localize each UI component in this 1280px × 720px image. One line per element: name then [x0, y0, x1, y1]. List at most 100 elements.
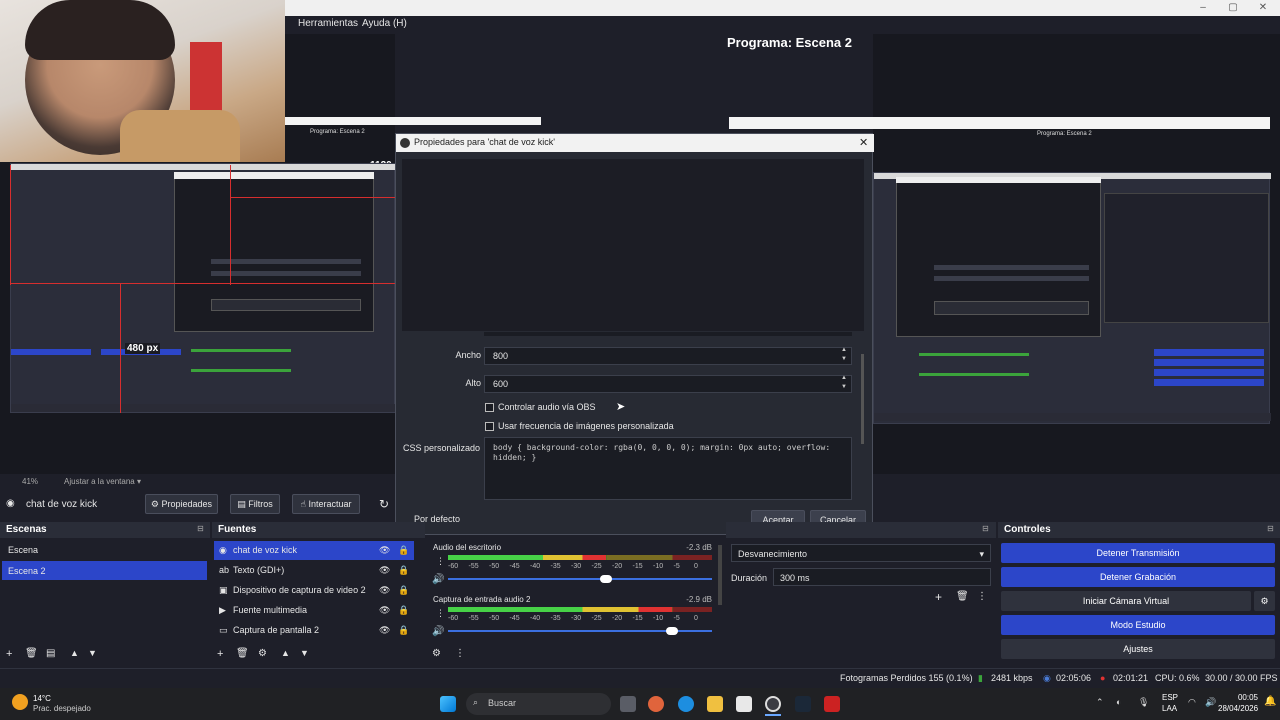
add-source-icon[interactable]: +: [217, 648, 223, 660]
task-view-icon[interactable]: [620, 696, 636, 712]
source-up-icon[interactable]: ▲: [281, 648, 290, 658]
meter-tick-label: -20: [612, 615, 623, 622]
mixer-channel-menu-icon[interactable]: ⋮: [436, 608, 445, 619]
menu-tools[interactable]: Herramientas: [298, 18, 358, 29]
file-explorer-icon[interactable]: [707, 696, 723, 712]
mixer-settings-icon[interactable]: ⚙: [432, 648, 441, 659]
duration-input[interactable]: 300 ms: [773, 568, 991, 586]
visibility-eye-icon[interactable]: 👁: [379, 605, 390, 616]
visibility-eye-icon[interactable]: 👁: [379, 545, 390, 556]
virtual-camera-gear-icon[interactable]: ⚙: [1254, 591, 1275, 611]
mixer-menu-icon[interactable]: ⋮: [455, 648, 465, 659]
store-icon[interactable]: [736, 696, 752, 712]
source-item-label[interactable]: Texto (GDI+): [233, 565, 284, 575]
zoom-level[interactable]: 41%: [22, 477, 38, 486]
source-down-icon[interactable]: ▼: [300, 648, 309, 658]
minimize-icon[interactable]: –: [1196, 2, 1210, 14]
red-app-icon[interactable]: [824, 696, 840, 712]
mixer-scrollbar[interactable]: [718, 545, 722, 605]
obs-taskbar-icon[interactable]: [765, 696, 781, 712]
scene-filters-icon[interactable]: ▤: [46, 648, 55, 659]
source-item-label[interactable]: Captura de pantalla 2: [233, 625, 319, 635]
language-code[interactable]: ESP: [1162, 693, 1178, 702]
refresh-icon[interactable]: ↻: [379, 497, 389, 511]
height-input[interactable]: 600: [484, 375, 852, 393]
transitions-dock-menu-icon[interactable]: ⊟: [982, 524, 989, 533]
network-app-icon[interactable]: ◐: [1116, 697, 1121, 707]
wifi-icon[interactable]: ◠: [1188, 697, 1196, 708]
width-spin-up-icon[interactable]: ▲: [841, 347, 847, 353]
mixer-channel-menu-icon[interactable]: ⋮: [436, 556, 445, 567]
add-transition-icon[interactable]: +: [935, 590, 942, 604]
close-icon[interactable]: ✕: [859, 136, 868, 149]
stop-stream-button[interactable]: Detener Transmisión: [1001, 543, 1275, 563]
scenes-dock-menu-icon[interactable]: ⊟: [197, 524, 204, 533]
visibility-eye-icon[interactable]: 👁: [379, 565, 390, 576]
properties-button[interactable]: ⚙ Propiedades: [145, 494, 218, 514]
weather-icon[interactable]: [12, 694, 28, 710]
properties-dialog: Propiedades para 'chat de voz kick' ✕ An…: [395, 133, 874, 535]
source-item-label[interactable]: chat de voz kick: [233, 545, 297, 555]
meter-tick-label: -20: [612, 563, 623, 570]
delete-scene-icon[interactable]: 🗑: [25, 648, 38, 659]
clock-time[interactable]: 00:05: [1222, 693, 1258, 702]
add-scene-icon[interactable]: +: [6, 648, 12, 660]
taskbar-search[interactable]: ⌕ Buscar: [466, 693, 611, 715]
transition-select[interactable]: Desvanecimiento ▾: [731, 544, 991, 562]
volume-slider-track[interactable]: [448, 578, 712, 580]
lock-icon[interactable]: 🔒: [398, 585, 409, 596]
source-item-label[interactable]: Fuente multimedia: [233, 605, 307, 615]
start-virtual-camera-button[interactable]: Iniciar Cámara Virtual: [1001, 591, 1251, 611]
lock-icon[interactable]: 🔒: [398, 545, 409, 556]
volume-slider-handle[interactable]: [600, 575, 613, 583]
source-item-label[interactable]: Dispositivo de captura de video 2: [233, 585, 366, 595]
scene-item-escena[interactable]: Escena: [0, 541, 207, 559]
pointer-icon: ☝: [300, 499, 306, 509]
close-window-icon[interactable]: ✕: [1256, 2, 1270, 14]
volume-slider-handle[interactable]: [666, 627, 679, 635]
width-spin-down-icon[interactable]: ▼: [841, 356, 847, 362]
lock-icon[interactable]: 🔒: [398, 625, 409, 636]
level-meter-fill: [448, 607, 673, 612]
edge-icon[interactable]: [678, 696, 694, 712]
delete-transition-icon[interactable]: 🗑: [956, 591, 969, 602]
transition-menu-icon[interactable]: ⋮: [977, 591, 987, 602]
microphone-icon[interactable]: 🎙: [1138, 697, 1149, 708]
menu-help[interactable]: Ayuda (H): [362, 18, 407, 29]
controls-dock-menu-icon[interactable]: ⊟: [1267, 524, 1274, 533]
steam-icon[interactable]: [795, 696, 811, 712]
notifications-icon[interactable]: 🔔: [1264, 696, 1276, 707]
volume-icon[interactable]: 🔊: [432, 574, 444, 585]
width-input[interactable]: 800: [484, 347, 852, 365]
visibility-eye-icon[interactable]: 👁: [379, 585, 390, 596]
lock-icon[interactable]: 🔒: [398, 605, 409, 616]
interact-button[interactable]: ☝ Interactuar: [292, 494, 360, 514]
visibility-eye-icon[interactable]: 👁: [379, 625, 390, 636]
windows-start-icon[interactable]: [440, 696, 456, 712]
audio-checkbox[interactable]: [485, 403, 494, 412]
copilot-icon[interactable]: [648, 696, 664, 712]
filters-button[interactable]: ▤ Filtros: [230, 494, 280, 514]
stop-recording-button[interactable]: Detener Grabación: [1001, 567, 1275, 587]
meter-tick-label: -60: [448, 563, 459, 570]
scene-item-escena-2[interactable]: Escena 2: [2, 561, 207, 580]
volume-icon[interactable]: 🔊: [432, 626, 444, 637]
maximize-icon[interactable]: ▢: [1226, 2, 1240, 14]
volume-icon[interactable]: 🔊: [1205, 697, 1216, 708]
fps-checkbox[interactable]: [485, 422, 494, 431]
scene-down-icon[interactable]: ▼: [88, 648, 97, 658]
studio-mode-button[interactable]: Modo Estudio: [1001, 615, 1275, 635]
scene-up-icon[interactable]: ▲: [70, 648, 79, 658]
height-spin-down-icon[interactable]: ▼: [841, 384, 847, 390]
height-spin-up-icon[interactable]: ▲: [841, 375, 847, 381]
settings-button[interactable]: Ajustes: [1001, 639, 1275, 659]
lock-icon[interactable]: 🔒: [398, 565, 409, 576]
fit-window-select[interactable]: Ajustar a la ventana ▾: [64, 477, 141, 486]
filter-icon: ▤: [237, 499, 246, 509]
delete-source-icon[interactable]: 🗑: [236, 648, 249, 659]
source-settings-icon[interactable]: ⚙: [258, 648, 267, 659]
tray-chevron-icon[interactable]: ⌃: [1096, 697, 1104, 708]
weather-desc: Prac. despejado: [33, 704, 91, 713]
dialog-scrollbar[interactable]: [861, 354, 864, 444]
css-textarea[interactable]: body { background-color: rgba(0, 0, 0, 0…: [484, 437, 852, 500]
